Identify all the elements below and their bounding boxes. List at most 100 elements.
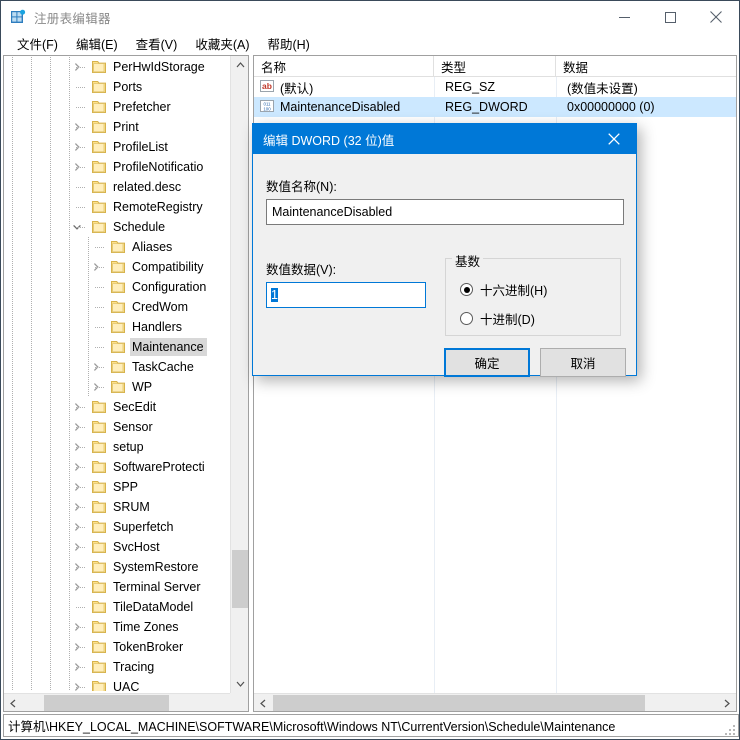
tree-item-related-desc[interactable]: related.desc bbox=[4, 177, 230, 197]
tree-item-perhwidstorage[interactable]: PerHwIdStorage bbox=[4, 57, 230, 77]
values-horizontal-scrollbar[interactable] bbox=[254, 693, 736, 711]
chevron-right-icon[interactable] bbox=[69, 677, 85, 691]
folder-icon bbox=[110, 340, 126, 354]
tree-scroll-left-button[interactable] bbox=[4, 694, 22, 711]
tree-item-terminal-server[interactable]: Terminal Server bbox=[4, 577, 230, 597]
tree-guide-line bbox=[88, 317, 89, 337]
tree-guide-line bbox=[50, 657, 51, 677]
menu-edit[interactable]: 编辑(E) bbox=[67, 32, 127, 56]
tree-guide-line bbox=[50, 257, 51, 277]
tree-guide-line bbox=[50, 437, 51, 457]
column-header-type[interactable]: 类型 bbox=[434, 56, 556, 77]
tree-item-superfetch[interactable]: Superfetch bbox=[4, 517, 230, 537]
tree-item-handlers[interactable]: Handlers bbox=[4, 317, 230, 337]
tree-item-profilenotificatio[interactable]: ProfileNotificatio bbox=[4, 157, 230, 177]
tree-item-compatibility[interactable]: Compatibility bbox=[4, 257, 230, 277]
tree-guide-line bbox=[69, 117, 70, 137]
tree-scroll-up-button[interactable] bbox=[231, 56, 248, 74]
tree-item-srum[interactable]: SRUM bbox=[4, 497, 230, 517]
tree-guide-line bbox=[69, 517, 70, 537]
registry-tree[interactable]: PerHwIdStorage Ports Prefetcher Print Profil… bbox=[4, 56, 230, 691]
tree-item-ports[interactable]: Ports bbox=[4, 77, 230, 97]
tree-connector-line bbox=[76, 87, 85, 88]
tree-guide-line bbox=[12, 397, 13, 417]
tree-guide-line bbox=[88, 277, 89, 297]
dialog-close-icon[interactable] bbox=[591, 124, 636, 154]
tree-guide-line bbox=[69, 597, 70, 617]
tree-item-time-zones[interactable]: Time Zones bbox=[4, 617, 230, 637]
tree-item-tracing[interactable]: Tracing bbox=[4, 657, 230, 677]
menu-file[interactable]: 文件(F) bbox=[8, 32, 67, 56]
value-name-input[interactable]: MaintenanceDisabled bbox=[266, 199, 624, 225]
tree-item-profilelist[interactable]: ProfileList bbox=[4, 137, 230, 157]
column-header-name[interactable]: 名称 bbox=[254, 56, 434, 77]
tree-item-remoteregistry[interactable]: RemoteRegistry bbox=[4, 197, 230, 217]
values-scroll-left-button[interactable] bbox=[254, 694, 272, 711]
tree-connector-line bbox=[76, 667, 85, 668]
tree-item-maintenance[interactable]: Maintenance bbox=[4, 337, 230, 357]
tree-item-sensor[interactable]: Sensor bbox=[4, 417, 230, 437]
tree-horizontal-scrollbar[interactable] bbox=[4, 693, 248, 711]
radio-decimal[interactable]: 十进制(D) bbox=[460, 309, 535, 328]
tree-item-uac[interactable]: UAC bbox=[4, 677, 230, 691]
dialog-body: 数值名称(N): MaintenanceDisabled 数值数据(V): 1 … bbox=[253, 154, 636, 377]
tree-vertical-scrollbar[interactable] bbox=[230, 56, 248, 693]
menu-view[interactable]: 查看(V) bbox=[127, 32, 187, 56]
tree-guide-line bbox=[69, 677, 70, 691]
tree-item-prefetcher[interactable]: Prefetcher bbox=[4, 97, 230, 117]
tree-item-tiledatamodel[interactable]: TileDataModel bbox=[4, 597, 230, 617]
radio-hexadecimal[interactable]: 十六进制(H) bbox=[460, 280, 547, 299]
tree-connector-line bbox=[76, 567, 85, 568]
minimize-button[interactable] bbox=[601, 2, 647, 33]
menu-favorites[interactable]: 收藏夹(A) bbox=[186, 32, 258, 56]
tree-item-label: SoftwareProtecti bbox=[113, 460, 205, 474]
tree-connector-line bbox=[76, 107, 85, 108]
tree-item-taskcache[interactable]: TaskCache bbox=[4, 357, 230, 377]
tree-guide-line bbox=[12, 557, 13, 577]
table-row[interactable]: 011 100 MaintenanceDisabled REG_DWORD 0x0000… bbox=[254, 97, 736, 117]
tree-item-aliases[interactable]: Aliases bbox=[4, 237, 230, 257]
tree-guide-line bbox=[50, 337, 51, 357]
tree-guide-line bbox=[31, 517, 32, 537]
tree-item-label: SystemRestore bbox=[113, 560, 199, 574]
cancel-button[interactable]: 取消 bbox=[540, 348, 626, 377]
menu-help[interactable]: 帮助(H) bbox=[258, 32, 318, 56]
tree-item-setup[interactable]: setup bbox=[4, 437, 230, 457]
tree-item-credwom[interactable]: CredWom bbox=[4, 297, 230, 317]
tree-guide-line bbox=[88, 257, 89, 277]
tree-scroll-down-button[interactable] bbox=[231, 675, 248, 693]
value-data-input[interactable]: 1 bbox=[266, 282, 426, 308]
tree-connector-line bbox=[95, 387, 104, 388]
resize-grip[interactable] bbox=[724, 724, 736, 736]
ok-button[interactable]: 确定 bbox=[444, 348, 530, 377]
tree-guide-line bbox=[12, 537, 13, 557]
tree-scroll-thumb[interactable] bbox=[232, 550, 248, 608]
tree-hscroll-thumb[interactable] bbox=[44, 695, 169, 711]
tree-item-wp[interactable]: WP bbox=[4, 377, 230, 397]
tree-connector-line bbox=[95, 367, 104, 368]
tree-item-softwareprotecti[interactable]: SoftwareProtecti bbox=[4, 457, 230, 477]
tree-item-configuration[interactable]: Configuration bbox=[4, 277, 230, 297]
values-hscroll-thumb[interactable] bbox=[273, 695, 645, 711]
registry-tree-pane: PerHwIdStorage Ports Prefetcher Print Profil… bbox=[3, 55, 249, 712]
tree-item-svchost[interactable]: SvcHost bbox=[4, 537, 230, 557]
tree-guide-line bbox=[12, 217, 13, 237]
tree-item-spp[interactable]: SPP bbox=[4, 477, 230, 497]
values-scroll-right-button[interactable] bbox=[718, 694, 736, 711]
tree-item-print[interactable]: Print bbox=[4, 117, 230, 137]
tree-guide-line bbox=[31, 177, 32, 197]
folder-icon bbox=[110, 240, 126, 254]
folder-icon bbox=[91, 560, 107, 574]
tree-item-tokenbroker[interactable]: TokenBroker bbox=[4, 637, 230, 657]
tree-item-systemrestore[interactable]: SystemRestore bbox=[4, 557, 230, 577]
maximize-button[interactable] bbox=[647, 2, 693, 33]
close-button[interactable] bbox=[693, 2, 739, 33]
values-list-header: 名称 类型 数据 bbox=[254, 56, 736, 77]
tree-item-schedule[interactable]: Schedule bbox=[4, 217, 230, 237]
column-header-data[interactable]: 数据 bbox=[556, 56, 736, 77]
tree-item-secedit[interactable]: SecEdit bbox=[4, 397, 230, 417]
tree-guide-line bbox=[69, 97, 70, 117]
tree-guide-line bbox=[31, 437, 32, 457]
tree-guide-line bbox=[69, 317, 70, 337]
table-row[interactable]: ab (默认) REG_SZ (数值未设置) bbox=[254, 77, 736, 97]
